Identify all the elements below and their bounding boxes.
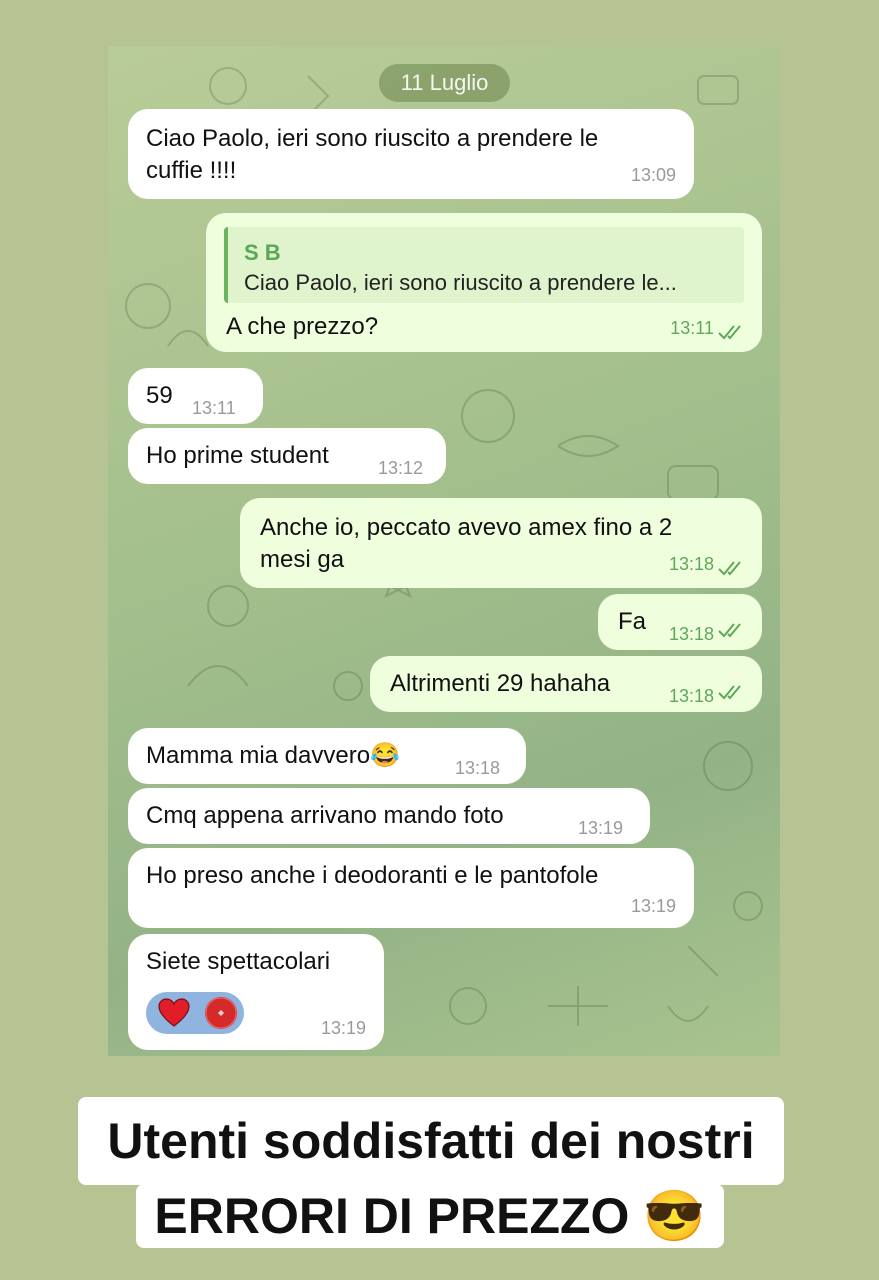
double-check-icon (718, 561, 741, 576)
incoming-message[interactable]: Cmq appena arrivano mando foto 13:19 (128, 788, 650, 844)
date-separator: 11 Luglio (379, 64, 510, 102)
double-check-icon (718, 623, 741, 638)
caption-text-1: Utenti soddisfatti dei nostri (107, 1113, 755, 1169)
message-time: 13:18 (668, 686, 714, 706)
message-text: Siete spettacolari (146, 948, 331, 975)
heart-icon[interactable] (158, 998, 190, 1028)
message-text: Fa (618, 608, 647, 635)
message-text: Anche io, peccato avevo amex fino a 2 me… (260, 514, 673, 573)
incoming-message[interactable]: Ciao Paolo, ieri sono riuscito a prender… (128, 109, 694, 199)
outgoing-message[interactable]: Fa 13:18 (598, 594, 762, 650)
outgoing-message[interactable]: Anche io, peccato avevo amex fino a 2 me… (240, 498, 762, 588)
message-time: 13:18 (455, 758, 501, 778)
message-text: Altrimenti 29 hahaha (390, 670, 611, 697)
message-text: Ho prime student (146, 442, 329, 469)
quoted-sender-name: S B (244, 240, 281, 265)
message-time: 13:19 (630, 896, 676, 916)
message-text: Cmq appena arrivano mando foto (146, 802, 504, 829)
message-text: A che prezzo? (226, 313, 379, 340)
incoming-message[interactable]: 59 13:11 (128, 368, 263, 424)
message-text: Ho preso anche i deodoranti e le pantofo… (146, 862, 599, 889)
message-time: 13:18 (668, 624, 714, 644)
chat-area[interactable]: 11 Luglio Ciao Paolo, ieri sono riuscito… (108, 46, 780, 1056)
message-time: 13:19 (578, 818, 624, 838)
double-check-icon (718, 685, 741, 700)
message-time: 13:18 (668, 554, 714, 574)
message-time: 13:09 (630, 165, 676, 185)
double-check-icon (718, 325, 741, 340)
outgoing-message[interactable]: Altrimenti 29 hahaha 13:18 (370, 656, 762, 712)
incoming-message[interactable]: Mamma mia davvero😂 13:18 (128, 728, 526, 784)
message-time: 13:12 (378, 458, 424, 478)
incoming-message[interactable]: Ho prime student 13:12 (128, 428, 446, 484)
message-time: 13:19 (320, 1018, 366, 1038)
quoted-message-text: Ciao Paolo, ieri sono riuscito a prender… (244, 270, 677, 295)
message-time: 13:11 (192, 398, 236, 418)
quoted-reply[interactable]: S B Ciao Paolo, ieri sono riuscito a pre… (224, 227, 744, 303)
message-text: 59 (146, 382, 173, 409)
reaction-avatar-icon[interactable] (204, 996, 238, 1030)
incoming-message[interactable]: Siete spettacolari 13:19 (128, 934, 384, 1050)
caption-text-2: ERRORI DI PREZZO 😎 (154, 1188, 706, 1244)
message-text: Mamma mia davvero😂 (146, 742, 400, 769)
caption-line-2: ERRORI DI PREZZO 😎 (136, 1184, 724, 1248)
caption-line-1: Utenti soddisfatti dei nostri (78, 1097, 784, 1185)
message-text: Ciao Paolo, ieri sono riuscito a prender… (146, 125, 599, 184)
message-time: 13:11 (670, 318, 714, 338)
incoming-message[interactable]: Ho preso anche i deodoranti e le pantofo… (128, 848, 694, 928)
outgoing-reply-message[interactable]: S B Ciao Paolo, ieri sono riuscito a pre… (206, 213, 762, 352)
message-reactions[interactable] (146, 992, 244, 1034)
